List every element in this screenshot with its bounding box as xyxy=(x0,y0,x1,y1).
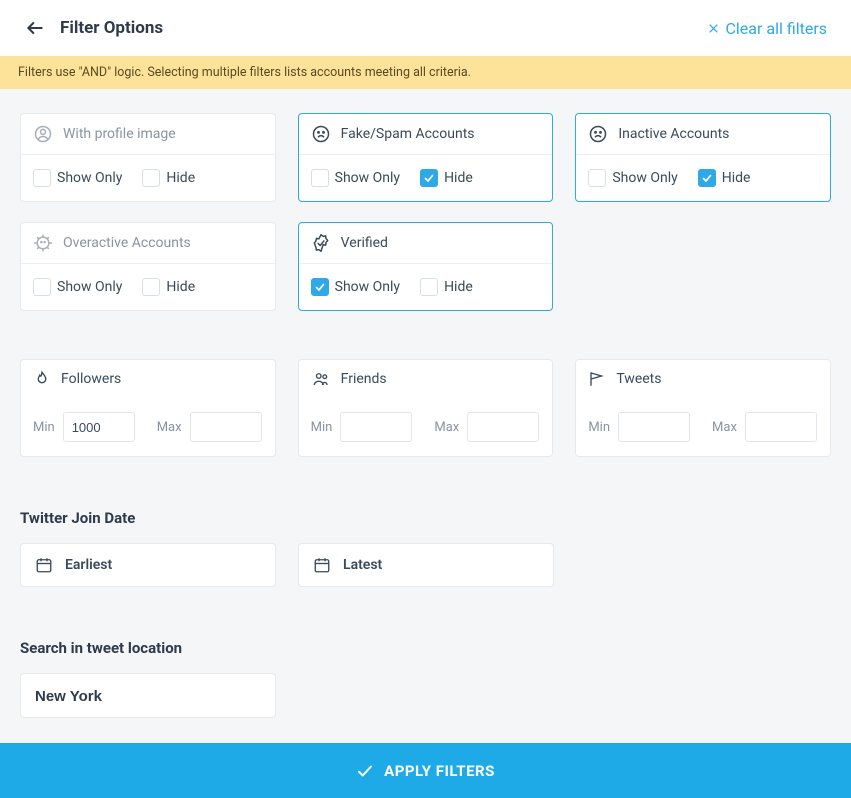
profile-image-show-only[interactable]: Show Only xyxy=(33,169,122,187)
inactive-show-only[interactable]: Show Only xyxy=(588,169,677,187)
location-title: Search in tweet location xyxy=(20,639,831,657)
filter-card-profile-image: With profile image Show Only Hide xyxy=(20,113,276,202)
info-banner: Filters use "AND" logic. Selecting multi… xyxy=(0,56,851,89)
calendar-icon xyxy=(35,556,53,574)
location-field-wrapper xyxy=(20,673,276,718)
tweets-max-input[interactable] xyxy=(745,412,817,442)
people-icon xyxy=(311,370,331,388)
page-title: Filter Options xyxy=(60,18,163,38)
min-label: Min xyxy=(311,420,333,435)
max-label: Max xyxy=(712,420,737,435)
calendar-icon xyxy=(313,556,331,574)
check-icon xyxy=(356,762,374,780)
range-title: Tweets xyxy=(616,371,661,387)
inactive-hide[interactable]: Hide xyxy=(698,169,751,187)
sad-face-icon xyxy=(311,124,331,144)
filter-title: With profile image xyxy=(63,126,176,142)
clear-all-label: Clear all filters xyxy=(726,19,828,38)
max-label: Max xyxy=(434,420,459,435)
tweets-min-input[interactable] xyxy=(618,412,690,442)
join-date-title: Twitter Join Date xyxy=(20,509,831,527)
sad-face-icon xyxy=(588,124,608,144)
close-icon xyxy=(707,22,720,35)
filter-card-inactive: Inactive Accounts Show Only Hide xyxy=(575,113,831,202)
range-title: Followers xyxy=(61,371,121,387)
latest-label: Latest xyxy=(343,557,382,573)
filter-title: Verified xyxy=(341,235,388,251)
friends-min-input[interactable] xyxy=(340,412,412,442)
max-label: Max xyxy=(157,420,182,435)
range-card-tweets: Tweets Min Max xyxy=(575,359,831,457)
back-icon[interactable] xyxy=(24,17,46,39)
followers-min-input[interactable] xyxy=(63,412,135,442)
filter-title: Overactive Accounts xyxy=(63,235,191,251)
range-title: Friends xyxy=(341,371,387,387)
flame-icon xyxy=(33,370,51,388)
profile-image-icon xyxy=(33,124,53,144)
min-label: Min xyxy=(33,420,55,435)
verified-badge-icon xyxy=(311,233,331,253)
filter-title: Fake/Spam Accounts xyxy=(341,126,475,142)
filter-card-overactive: Overactive Accounts Show Only Hide xyxy=(20,222,276,311)
min-label: Min xyxy=(588,420,610,435)
verified-hide[interactable]: Hide xyxy=(420,278,473,296)
filter-card-fake-spam: Fake/Spam Accounts Show Only Hide xyxy=(298,113,554,202)
filter-card-verified: Verified Show Only Hide xyxy=(298,222,554,311)
clear-all-filters[interactable]: Clear all filters xyxy=(707,19,828,38)
range-card-friends: Friends Min Max xyxy=(298,359,554,457)
apply-label: APPLY FILTERS xyxy=(384,762,495,780)
flag-icon xyxy=(588,370,606,388)
followers-max-input[interactable] xyxy=(190,412,262,442)
location-input[interactable] xyxy=(35,688,261,705)
gear-face-icon xyxy=(33,233,53,253)
friends-max-input[interactable] xyxy=(467,412,539,442)
latest-date-button[interactable]: Latest xyxy=(298,543,554,587)
verified-show-only[interactable]: Show Only xyxy=(311,278,400,296)
earliest-label: Earliest xyxy=(65,557,112,573)
filter-title: Inactive Accounts xyxy=(618,126,729,142)
fake-spam-hide[interactable]: Hide xyxy=(420,169,473,187)
profile-image-hide[interactable]: Hide xyxy=(142,169,195,187)
fake-spam-show-only[interactable]: Show Only xyxy=(311,169,400,187)
overactive-hide[interactable]: Hide xyxy=(142,278,195,296)
overactive-show-only[interactable]: Show Only xyxy=(33,278,122,296)
range-card-followers: Followers Min Max xyxy=(20,359,276,457)
earliest-date-button[interactable]: Earliest xyxy=(20,543,276,587)
apply-filters-button[interactable]: APPLY FILTERS xyxy=(0,743,851,798)
